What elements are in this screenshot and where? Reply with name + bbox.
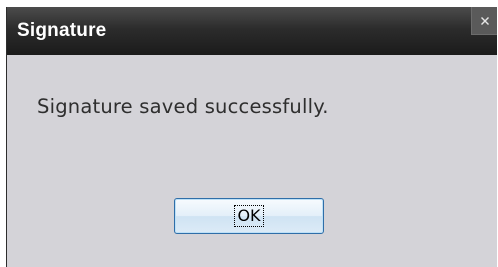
dialog-message: Signature saved successfully. — [37, 95, 329, 118]
close-button[interactable] — [471, 7, 497, 35]
dialog-title: Signature — [17, 20, 107, 41]
ok-button-label: OK — [234, 205, 264, 227]
dialog-titlebar[interactable]: Signature — [7, 7, 497, 55]
ok-button[interactable]: OK — [174, 198, 324, 234]
close-icon — [480, 16, 490, 26]
